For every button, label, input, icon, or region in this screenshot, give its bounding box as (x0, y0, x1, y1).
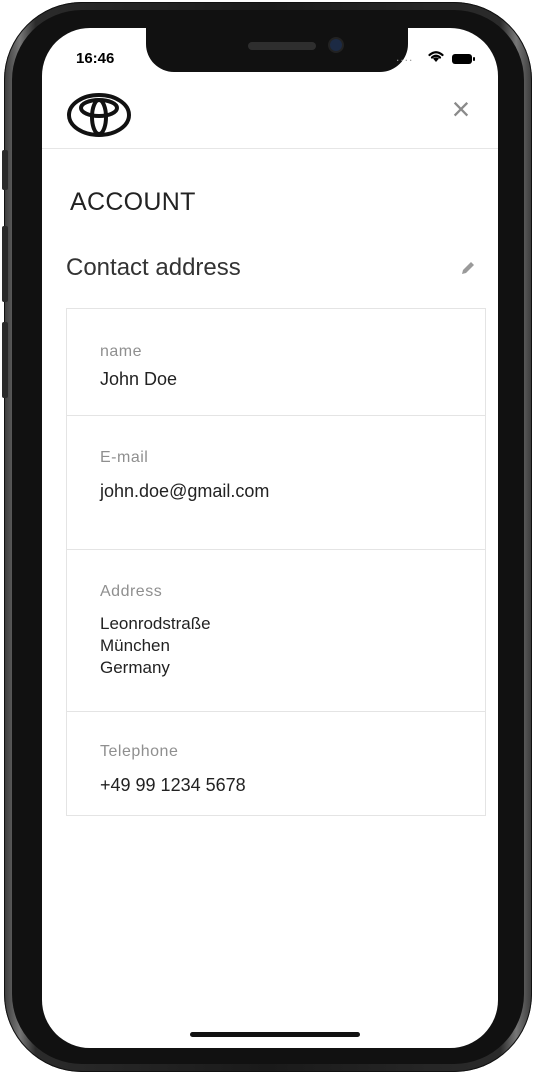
address-line: Germany (100, 658, 170, 677)
battery-icon (452, 54, 475, 64)
speaker (248, 42, 316, 50)
status-time: 16:46 (76, 50, 115, 67)
side-button-volume-down (2, 322, 8, 398)
side-button-mute (2, 150, 8, 190)
contact-card: name John Doe E-mail john.doe@gmail.com … (66, 308, 486, 816)
email-value: john.doe@gmail.com (100, 481, 270, 501)
address-line: Leonrodstraße (100, 614, 211, 633)
address-value: Leonrodstraße München Germany (100, 613, 211, 679)
home-indicator (190, 1032, 360, 1037)
address-line: München (100, 636, 170, 655)
screen: 16:46 .... × ACCOUNT Contact address nam… (42, 28, 498, 1048)
telephone-label: Telephone (100, 743, 179, 760)
name-value: John Doe (100, 369, 178, 389)
telephone-value: +49 99 1234 5678 (100, 775, 246, 795)
address-label: Address (100, 583, 163, 600)
side-button-volume-up (2, 226, 8, 302)
camera (330, 39, 342, 51)
field-address: Address Leonrodstraße München Germany (67, 549, 485, 712)
email-label: E-mail (100, 449, 149, 466)
signal-dots: .... (396, 50, 414, 64)
field-telephone: Telephone +49 99 1234 5678 (67, 711, 485, 815)
app-header: × (42, 84, 498, 149)
wifi-icon (426, 48, 446, 69)
page-title: ACCOUNT (70, 188, 196, 216)
field-email: E-mail john.doe@gmail.com (67, 415, 485, 550)
field-name: name John Doe (67, 309, 485, 416)
name-label: name (100, 343, 143, 360)
close-button[interactable]: × (444, 92, 478, 126)
pencil-icon[interactable] (460, 260, 476, 281)
toyota-logo-icon[interactable] (66, 92, 132, 143)
section-title: Contact address (66, 254, 241, 281)
notch (146, 28, 408, 72)
